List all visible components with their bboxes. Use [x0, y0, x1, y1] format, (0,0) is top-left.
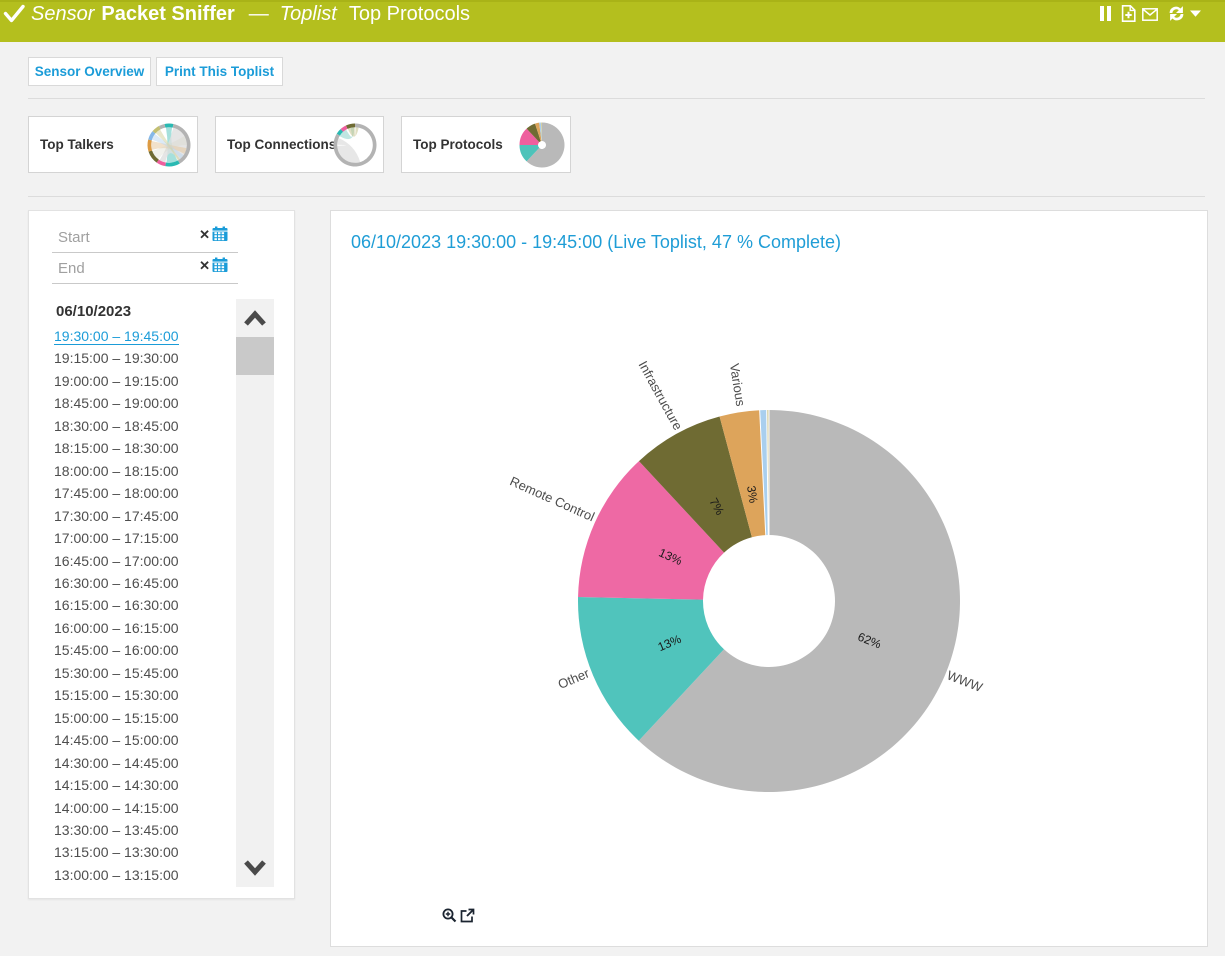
svg-text:Remote Control: Remote Control [508, 473, 597, 524]
svg-text:3%: 3% [744, 485, 761, 505]
svg-text:Other: Other [556, 665, 592, 692]
svg-text:Various: Various [727, 362, 749, 407]
svg-text:WWW: WWW [945, 667, 985, 695]
svg-text:Infrastructure: Infrastructure [635, 358, 685, 432]
